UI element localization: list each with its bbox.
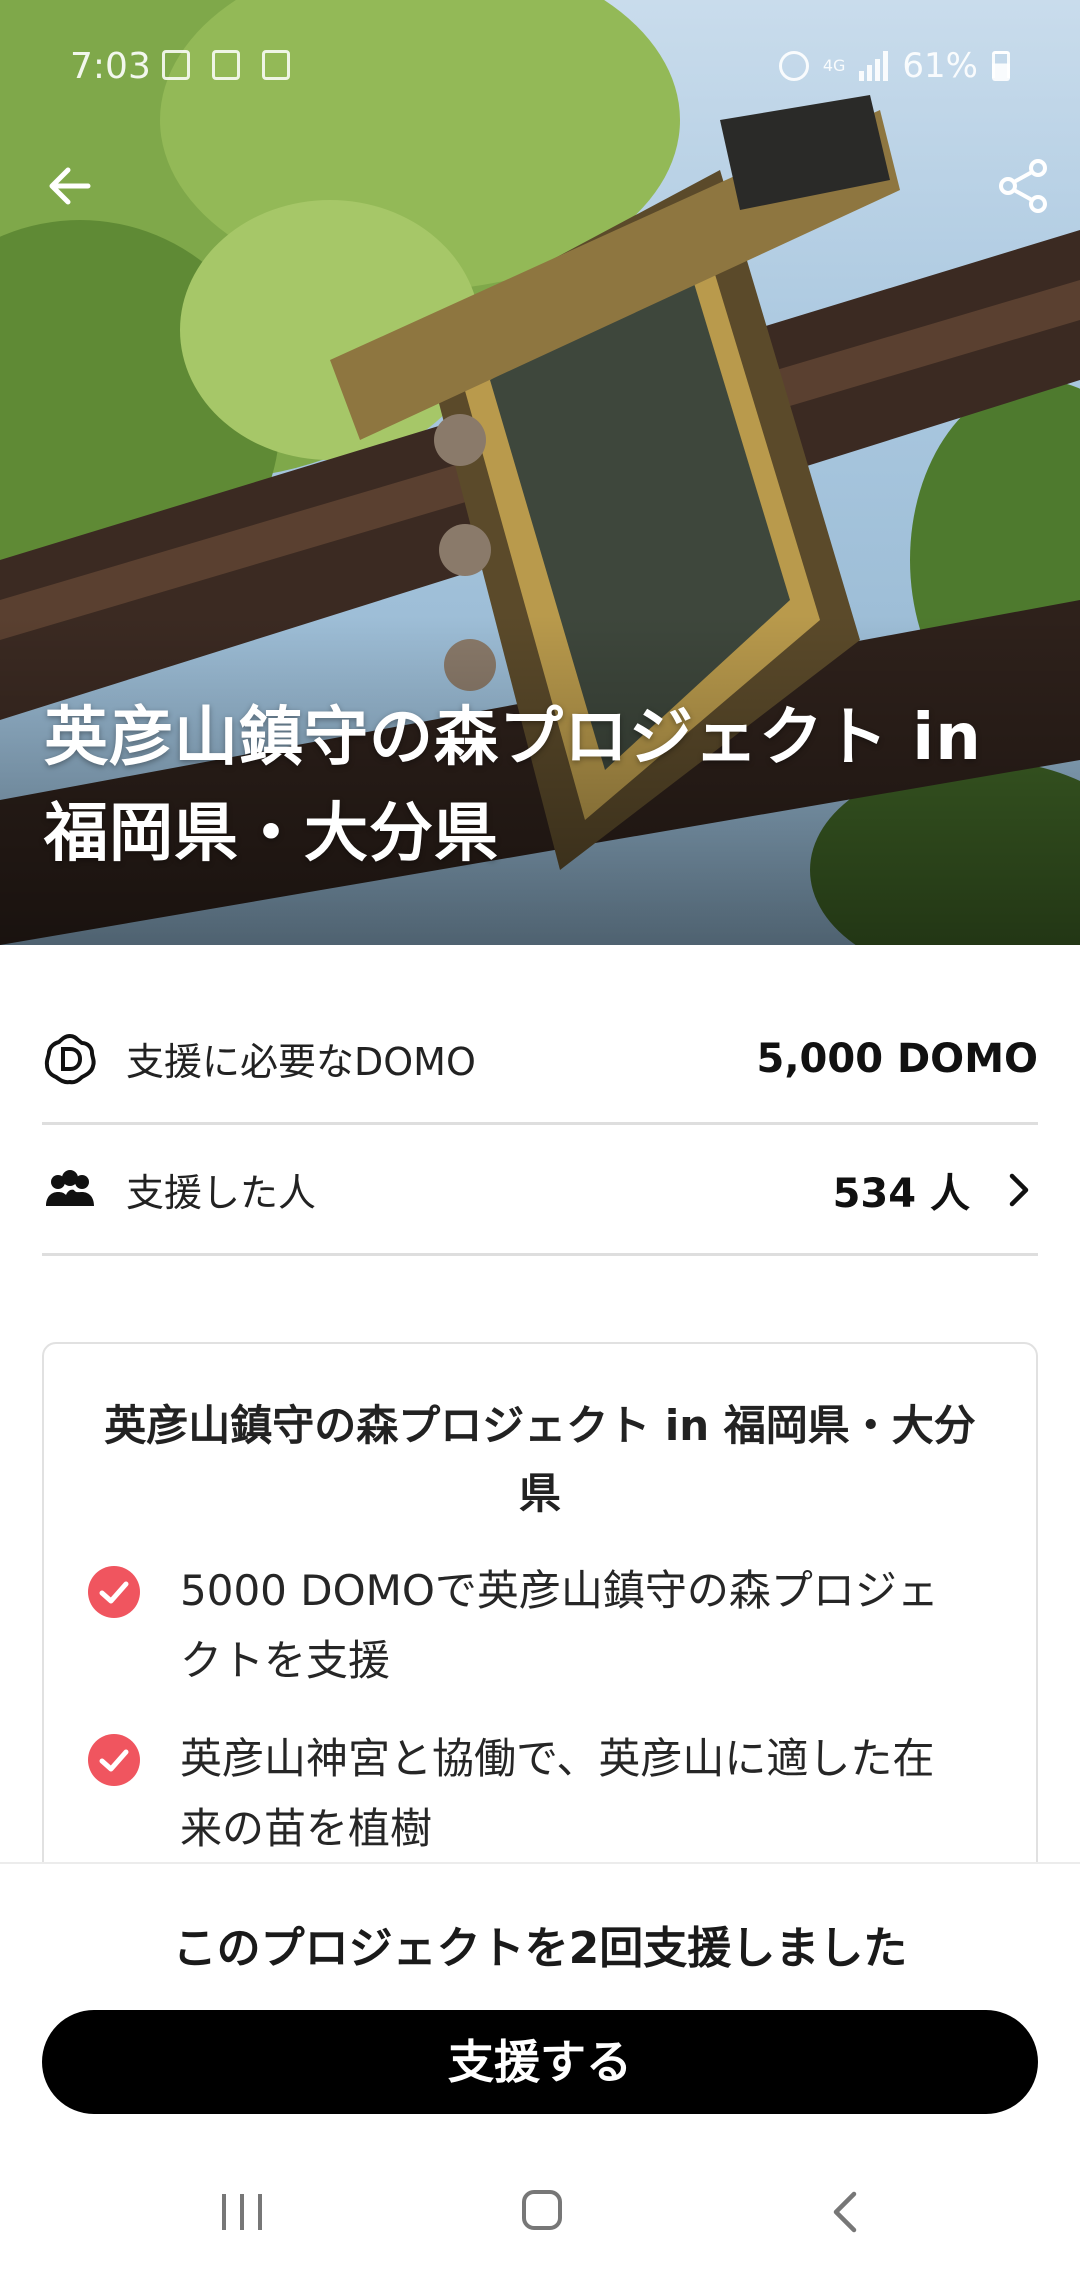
check-circle-icon: [88, 1734, 140, 1786]
supporters-count: 534 人: [832, 1170, 970, 1217]
supporters-row[interactable]: 支援した人 534 人: [42, 1126, 1038, 1256]
message-notification-icon: [212, 50, 240, 80]
benefit-text: 英彦山神宮と協働で、英彦山に適した在来の苗を植樹: [180, 1734, 935, 1853]
hero-image: 7:03 4G 61% 英彦山鎮守の森プロジェクト in 福岡県・大分県: [0, 0, 1080, 945]
nav-back-button[interactable]: [826, 2188, 866, 2236]
card-title: 英彦山鎮守の森プロジェクト in 福岡県・大分県: [104, 1401, 976, 1518]
share-button[interactable]: [988, 150, 1060, 222]
arrow-left-icon: [49, 167, 91, 205]
alarm-icon: [778, 51, 809, 81]
download-notification-icon: [162, 50, 190, 80]
signal-icon: [859, 51, 889, 81]
supporters-label: 支援した人: [126, 1171, 317, 1215]
status-bar: 7:03 4G 61%: [0, 0, 1080, 140]
chevron-right-icon: [1009, 1173, 1029, 1206]
benefit-item: 5000 DOMOで英彦山鎮守の森プロジェクトを支援: [88, 1556, 996, 1696]
benefit-item: 英彦山神宮と協働で、英彦山に適した在来の苗を植樹: [88, 1724, 996, 1864]
domo-required-value: 5,000 DOMO: [756, 1035, 1038, 1082]
project-benefits-card: 英彦山鎮守の森プロジェクト in 福岡県・大分県 5000 DOMOで英彦山鎮守…: [42, 1342, 1038, 1902]
status-right: 4G 61%: [778, 46, 1010, 86]
network-type: 4G: [822, 56, 846, 75]
system-nav-bar: [0, 2164, 1080, 2282]
check-circle-icon: [88, 1566, 140, 1618]
recent-apps-button[interactable]: [222, 2194, 262, 2230]
domo-coin-icon: [44, 1033, 96, 1084]
status-time: 7:03: [70, 46, 151, 87]
project-title: 英彦山鎮守の森プロジェクト in 福岡県・大分県: [44, 701, 982, 871]
home-button[interactable]: [522, 2190, 562, 2230]
people-icon: [46, 1169, 94, 1206]
support-history-text: このプロジェクトを2回支援しました: [172, 1923, 908, 1974]
image-notification-icon: [262, 50, 290, 80]
share-icon: [999, 159, 1047, 213]
battery-icon: [992, 51, 1010, 81]
domo-required-label: 支援に必要なDOMO: [126, 1040, 476, 1084]
benefit-text: 5000 DOMOで英彦山鎮守の森プロジェクトを支援: [180, 1566, 939, 1685]
battery-percent: 61%: [902, 46, 978, 86]
back-button[interactable]: [36, 150, 108, 222]
notification-icons: [162, 50, 290, 80]
domo-required-row: 支援に必要なDOMO 5,000 DOMO: [42, 995, 1038, 1125]
bottom-action-sheet: このプロジェクトを2回支援しました 支援する: [0, 1862, 1080, 2282]
support-button[interactable]: 支援する: [42, 2010, 1038, 2114]
